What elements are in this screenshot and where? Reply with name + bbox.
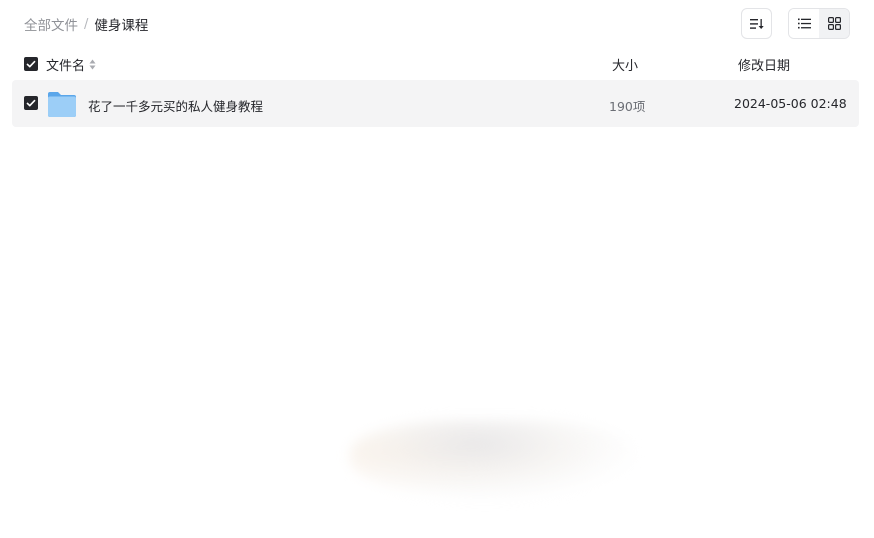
file-browser: 全部文件 / 健身课程 文件名 大小 修改日期 花了一千多元买的私人健身教程 1… — [0, 0, 874, 538]
table-row[interactable]: 花了一千多元买的私人健身教程 190项 2024-05-06 02:48 — [12, 80, 859, 127]
sort-arrows-icon — [89, 59, 96, 70]
select-all-checkbox[interactable] — [24, 57, 38, 71]
file-size: 190项 — [609, 99, 646, 114]
row-checkbox[interactable] — [24, 96, 38, 110]
column-header-size[interactable]: 大小 — [612, 55, 638, 74]
list-view-icon — [797, 18, 811, 29]
sort-button[interactable] — [741, 8, 772, 39]
view-toggle — [788, 8, 850, 39]
table-header: 文件名 大小 修改日期 — [0, 52, 874, 76]
check-icon — [26, 60, 36, 68]
blurred-overlay — [350, 420, 635, 500]
grid-view-icon — [827, 17, 841, 30]
file-name[interactable]: 花了一千多元买的私人健身教程 — [88, 96, 263, 115]
breadcrumb-root-link[interactable]: 全部文件 — [24, 14, 78, 34]
breadcrumb-separator: / — [84, 16, 89, 32]
column-header-name-label: 文件名 — [46, 59, 86, 74]
grid-view-button[interactable] — [819, 9, 849, 38]
folder-icon — [48, 92, 76, 117]
breadcrumb-current: 健身课程 — [94, 18, 149, 34]
list-view-button[interactable] — [789, 9, 819, 38]
sort-icon — [749, 18, 764, 29]
column-header-name[interactable]: 文件名 — [46, 55, 96, 74]
file-modified-date: 2024-05-06 02:48 — [734, 96, 847, 111]
check-icon — [26, 99, 36, 107]
breadcrumb: 全部文件 / 健身课程 — [24, 14, 149, 35]
column-header-date[interactable]: 修改日期 — [738, 55, 790, 74]
